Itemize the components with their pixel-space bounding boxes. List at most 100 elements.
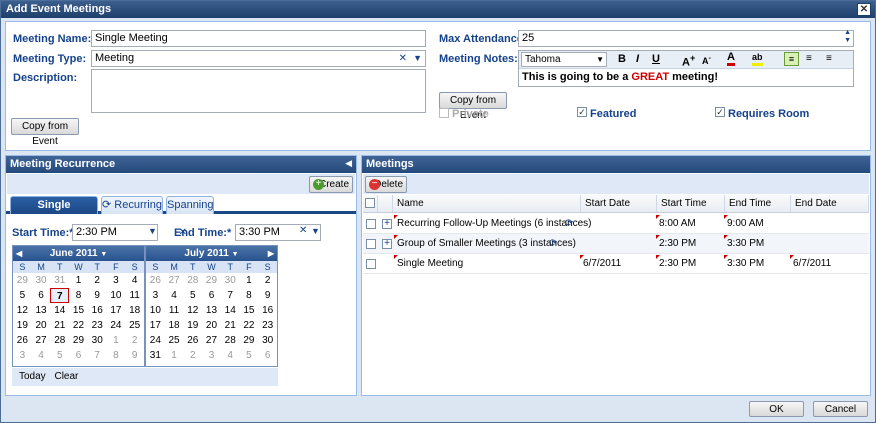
column-name[interactable]: Name bbox=[393, 195, 581, 212]
max-attendance-input[interactable]: 25 ▲ ▼ bbox=[518, 29, 854, 47]
cancel-button[interactable]: Cancel bbox=[813, 401, 868, 417]
underline-icon[interactable]: U bbox=[652, 53, 660, 65]
highlight-icon[interactable]: ab bbox=[752, 52, 763, 66]
calendar-day[interactable]: 5 bbox=[50, 348, 69, 363]
delete-button[interactable]: − Delete bbox=[365, 176, 407, 193]
font-color-icon[interactable]: A bbox=[727, 52, 735, 66]
calendar-day[interactable]: 9 bbox=[125, 348, 144, 363]
calendar-day[interactable]: 27 bbox=[32, 333, 51, 348]
calendar-day[interactable]: 13 bbox=[32, 303, 51, 318]
calendar-day[interactable]: 8 bbox=[107, 348, 126, 363]
calendar-day[interactable]: 7 bbox=[50, 288, 70, 303]
calendar-day[interactable]: 5 bbox=[183, 288, 202, 303]
calendar-day[interactable]: 15 bbox=[69, 303, 88, 318]
calendar-day[interactable]: 19 bbox=[183, 318, 202, 333]
calendar-day[interactable]: 21 bbox=[221, 318, 240, 333]
row-checkbox[interactable] bbox=[366, 239, 376, 249]
start-time-input[interactable]: 2:30 PM ✕ bbox=[72, 224, 187, 241]
column-start-date[interactable]: Start Date bbox=[581, 195, 657, 212]
calendar-day[interactable]: 29 bbox=[13, 273, 32, 288]
calendar-day[interactable]: 16 bbox=[258, 303, 277, 318]
align-center-icon[interactable]: ≡ bbox=[806, 53, 812, 64]
meeting-type-select[interactable]: Meeting ✕ ▼ bbox=[91, 50, 426, 67]
spinner-icon[interactable]: ▲ ▼ bbox=[844, 29, 851, 45]
calendar-day[interactable]: 18 bbox=[165, 318, 184, 333]
table-row[interactable]: + Recurring Follow-Up Meetings (6 instanc… bbox=[363, 214, 869, 234]
calendar-day[interactable]: 6 bbox=[202, 288, 221, 303]
calendar-day[interactable]: 22 bbox=[240, 318, 259, 333]
end-time-input[interactable]: 3:30 PM bbox=[235, 224, 321, 241]
calendar-day[interactable]: 7 bbox=[88, 348, 107, 363]
calendar-day[interactable]: 20 bbox=[202, 318, 221, 333]
calendar-day[interactable]: 23 bbox=[258, 318, 277, 333]
chevron-down-icon[interactable]: ▼ bbox=[148, 226, 157, 236]
calendar-day[interactable]: 17 bbox=[107, 303, 126, 318]
calendar-day[interactable]: 27 bbox=[202, 333, 221, 348]
select-all-checkbox[interactable] bbox=[365, 198, 375, 208]
prev-month-icon[interactable]: ◀ bbox=[16, 246, 22, 261]
calendar-day[interactable]: 14 bbox=[50, 303, 69, 318]
calendar-day[interactable]: 17 bbox=[146, 318, 165, 333]
collapse-left-icon[interactable]: ◀ bbox=[345, 158, 352, 169]
tab-single-meetings[interactable]: Single Meeting(s) bbox=[10, 196, 98, 227]
calendar-day[interactable]: 9 bbox=[258, 288, 277, 303]
calendar-day[interactable]: 23 bbox=[88, 318, 107, 333]
calendar-day[interactable]: 30 bbox=[32, 273, 51, 288]
calendar-day[interactable]: 28 bbox=[183, 273, 202, 288]
calendar-day[interactable]: 9 bbox=[88, 288, 107, 303]
calendar-day[interactable]: 31 bbox=[146, 348, 165, 363]
expand-icon[interactable]: + bbox=[382, 239, 392, 249]
grow-font-icon[interactable]: A+ bbox=[682, 53, 695, 69]
font-select[interactable]: Tahoma ▼ bbox=[521, 52, 607, 67]
calendar-day[interactable]: 4 bbox=[221, 348, 240, 363]
clear-button[interactable]: Clear bbox=[54, 371, 78, 382]
calendar-june-title[interactable]: June 2011 bbox=[50, 248, 98, 259]
next-month-icon[interactable]: ▶ bbox=[268, 246, 274, 261]
calendar-day[interactable]: 26 bbox=[146, 273, 165, 288]
calendar-day[interactable]: 18 bbox=[125, 303, 144, 318]
calendar-day[interactable]: 21 bbox=[50, 318, 69, 333]
calendar-day[interactable]: 2 bbox=[125, 333, 144, 348]
calendar-day[interactable]: 30 bbox=[88, 333, 107, 348]
calendar-day[interactable]: 28 bbox=[50, 333, 69, 348]
calendar-day[interactable]: 30 bbox=[258, 333, 277, 348]
expand-icon[interactable]: + bbox=[382, 219, 392, 229]
calendar-day[interactable]: 27 bbox=[165, 273, 184, 288]
calendar-day[interactable]: 31 bbox=[50, 273, 69, 288]
calendar-day[interactable]: 8 bbox=[69, 288, 88, 303]
column-end-time[interactable]: End Time bbox=[725, 195, 791, 212]
calendar-day[interactable]: 1 bbox=[107, 333, 126, 348]
calendar-day[interactable]: 10 bbox=[146, 303, 165, 318]
calendar-day[interactable]: 4 bbox=[32, 348, 51, 363]
today-button[interactable]: Today bbox=[19, 371, 46, 382]
calendar-day[interactable]: 26 bbox=[183, 333, 202, 348]
clear-x-icon[interactable]: ✕ bbox=[299, 225, 307, 236]
private-checkbox[interactable] bbox=[439, 108, 449, 118]
calendar-day[interactable]: 12 bbox=[183, 303, 202, 318]
calendar-day[interactable]: 6 bbox=[32, 288, 51, 303]
calendar-day[interactable]: 3 bbox=[146, 288, 165, 303]
calendar-day[interactable]: 5 bbox=[13, 288, 32, 303]
calendar-day[interactable]: 3 bbox=[107, 273, 126, 288]
tab-recurring[interactable]: ⟳ Recurring bbox=[101, 196, 163, 214]
calendar-day[interactable]: 2 bbox=[88, 273, 107, 288]
calendar-day[interactable]: 15 bbox=[240, 303, 259, 318]
tab-spanning[interactable]: Spanning bbox=[166, 196, 214, 214]
calendar-day[interactable]: 5 bbox=[240, 348, 259, 363]
row-checkbox[interactable] bbox=[366, 259, 376, 269]
column-start-time[interactable]: Start Time bbox=[657, 195, 725, 212]
chevron-down-icon[interactable]: ▼ bbox=[311, 226, 320, 236]
calendar-day[interactable]: 22 bbox=[69, 318, 88, 333]
create-button[interactable]: + Create bbox=[309, 176, 353, 193]
calendar-day[interactable]: 10 bbox=[107, 288, 126, 303]
calendar-day[interactable]: 16 bbox=[88, 303, 107, 318]
calendar-day[interactable]: 4 bbox=[125, 273, 144, 288]
calendar-day[interactable]: 29 bbox=[69, 333, 88, 348]
calendar-day[interactable]: 2 bbox=[258, 273, 277, 288]
meeting-name-input[interactable]: Single Meeting bbox=[91, 30, 426, 47]
calendar-day[interactable]: 4 bbox=[165, 288, 184, 303]
calendar-day[interactable]: 24 bbox=[146, 333, 165, 348]
table-row[interactable]: + Group of Smaller Meetings (3 instances)… bbox=[363, 234, 869, 254]
calendar-day[interactable]: 29 bbox=[240, 333, 259, 348]
calendar-day[interactable]: 6 bbox=[69, 348, 88, 363]
